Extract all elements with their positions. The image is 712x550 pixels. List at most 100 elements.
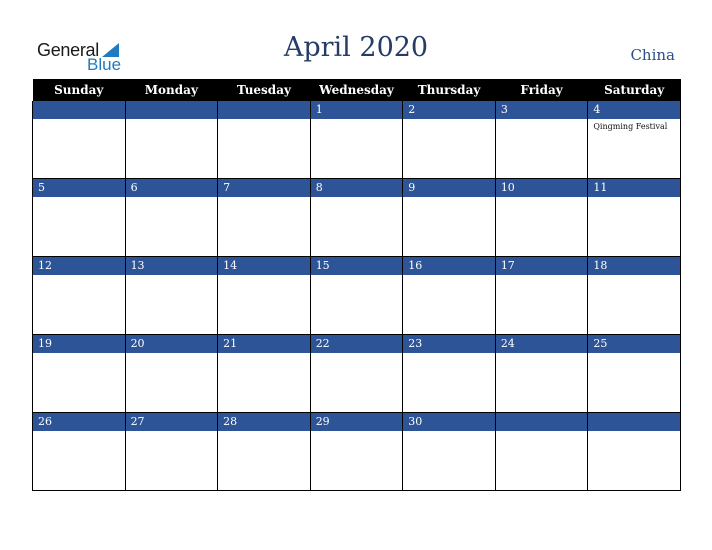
day-cell[interactable]: 5	[32, 178, 126, 257]
day-number: 24	[494, 335, 588, 353]
day-event	[33, 275, 125, 334]
day-event	[126, 197, 218, 256]
calendar-title: April 2020	[283, 32, 429, 63]
day-number: 12	[32, 257, 125, 275]
day-number: 10	[494, 179, 588, 197]
day-cell[interactable]: 7	[217, 178, 311, 257]
day-number: 6	[124, 179, 218, 197]
week-row: 19 20 21 22 23 24 25	[32, 334, 681, 413]
day-number: 2	[402, 101, 495, 119]
day-event	[588, 197, 680, 256]
day-cell[interactable]: 20	[124, 334, 219, 413]
day-number: 29	[309, 413, 403, 431]
day-cell[interactable]: 8	[309, 178, 404, 257]
day-cell[interactable]	[587, 412, 681, 491]
day-number: 25	[587, 335, 680, 353]
day-cell[interactable]: 26	[32, 412, 126, 491]
day-cell[interactable]: 15	[309, 256, 404, 335]
day-event	[218, 197, 310, 256]
day-event	[496, 119, 588, 178]
day-cell[interactable]: 23	[402, 334, 496, 413]
day-event	[496, 353, 588, 412]
day-event	[126, 353, 218, 412]
weekday-thursday: Thursday	[402, 79, 496, 101]
day-number	[32, 101, 125, 119]
day-number	[494, 413, 588, 431]
day-number: 14	[217, 257, 310, 275]
day-cell[interactable]	[32, 101, 126, 179]
calendar-grid: Sunday Monday Tuesday Wednesday Thursday Frid…	[32, 79, 681, 491]
day-cell[interactable]: 17	[494, 256, 589, 335]
day-event	[496, 431, 588, 490]
day-cell[interactable]: 16	[402, 256, 496, 335]
day-event	[218, 275, 310, 334]
day-number: 17	[494, 257, 588, 275]
day-cell[interactable]	[494, 412, 589, 491]
weekday-wednesday: Wednesday	[310, 79, 403, 101]
country-label: China	[630, 46, 675, 64]
day-cell[interactable]: 30	[402, 412, 496, 491]
day-number: 26	[32, 413, 125, 431]
day-event	[496, 197, 588, 256]
day-cell[interactable]: 1	[309, 101, 404, 179]
day-cell[interactable]: 6	[124, 178, 219, 257]
day-cell[interactable]: 22	[309, 334, 404, 413]
day-number: 27	[124, 413, 218, 431]
day-cell[interactable]: 10	[494, 178, 589, 257]
day-cell[interactable]: 12	[32, 256, 126, 335]
day-event	[311, 275, 403, 334]
day-number: 11	[587, 179, 680, 197]
day-event	[496, 275, 588, 334]
day-event	[33, 119, 125, 178]
day-cell[interactable]: 13	[124, 256, 219, 335]
week-row: 26 27 28 29 30	[32, 412, 681, 491]
day-cell[interactable]: 29	[309, 412, 404, 491]
day-number: 28	[217, 413, 310, 431]
day-cell[interactable]: 25	[587, 334, 681, 413]
day-cell[interactable]: 2	[402, 101, 496, 179]
day-cell[interactable]: 3	[494, 101, 589, 179]
day-cell[interactable]	[124, 101, 219, 179]
week-row: 12 13 14 15 16 17 18	[32, 256, 681, 335]
day-event	[33, 353, 125, 412]
day-event	[311, 353, 403, 412]
week-row: 5 6 7 8 9 10 11	[32, 178, 681, 257]
day-number: 22	[309, 335, 403, 353]
day-number	[217, 101, 310, 119]
day-cell[interactable]: 18	[587, 256, 681, 335]
weekday-sunday: Sunday	[32, 79, 126, 101]
day-cell[interactable]: 11	[587, 178, 681, 257]
day-number: 18	[587, 257, 680, 275]
day-event	[33, 431, 125, 490]
day-event	[311, 197, 403, 256]
day-number: 8	[309, 179, 403, 197]
day-number: 5	[32, 179, 125, 197]
day-cell[interactable]	[217, 101, 311, 179]
day-cell[interactable]: 9	[402, 178, 496, 257]
day-event	[403, 119, 495, 178]
day-event	[588, 275, 680, 334]
day-number: 1	[309, 101, 403, 119]
day-event	[218, 353, 310, 412]
day-event	[126, 119, 218, 178]
day-number: 4	[587, 101, 680, 119]
day-cell[interactable]: 14	[217, 256, 311, 335]
day-event	[218, 119, 310, 178]
day-event	[403, 275, 495, 334]
weekday-saturday: Saturday	[587, 79, 681, 101]
day-cell[interactable]: 19	[32, 334, 126, 413]
day-event	[126, 275, 218, 334]
day-event	[311, 431, 403, 490]
day-number: 15	[309, 257, 403, 275]
day-cell[interactable]: 21	[217, 334, 311, 413]
day-cell[interactable]: 4 Qingming Festival	[587, 101, 681, 179]
day-cell[interactable]: 27	[124, 412, 219, 491]
day-event	[126, 431, 218, 490]
day-number: 23	[402, 335, 495, 353]
day-cell[interactable]: 24	[494, 334, 589, 413]
day-cell[interactable]: 28	[217, 412, 311, 491]
day-number: 21	[217, 335, 310, 353]
weekday-friday: Friday	[495, 79, 588, 101]
day-number: 16	[402, 257, 495, 275]
day-event: Qingming Festival	[593, 122, 668, 131]
